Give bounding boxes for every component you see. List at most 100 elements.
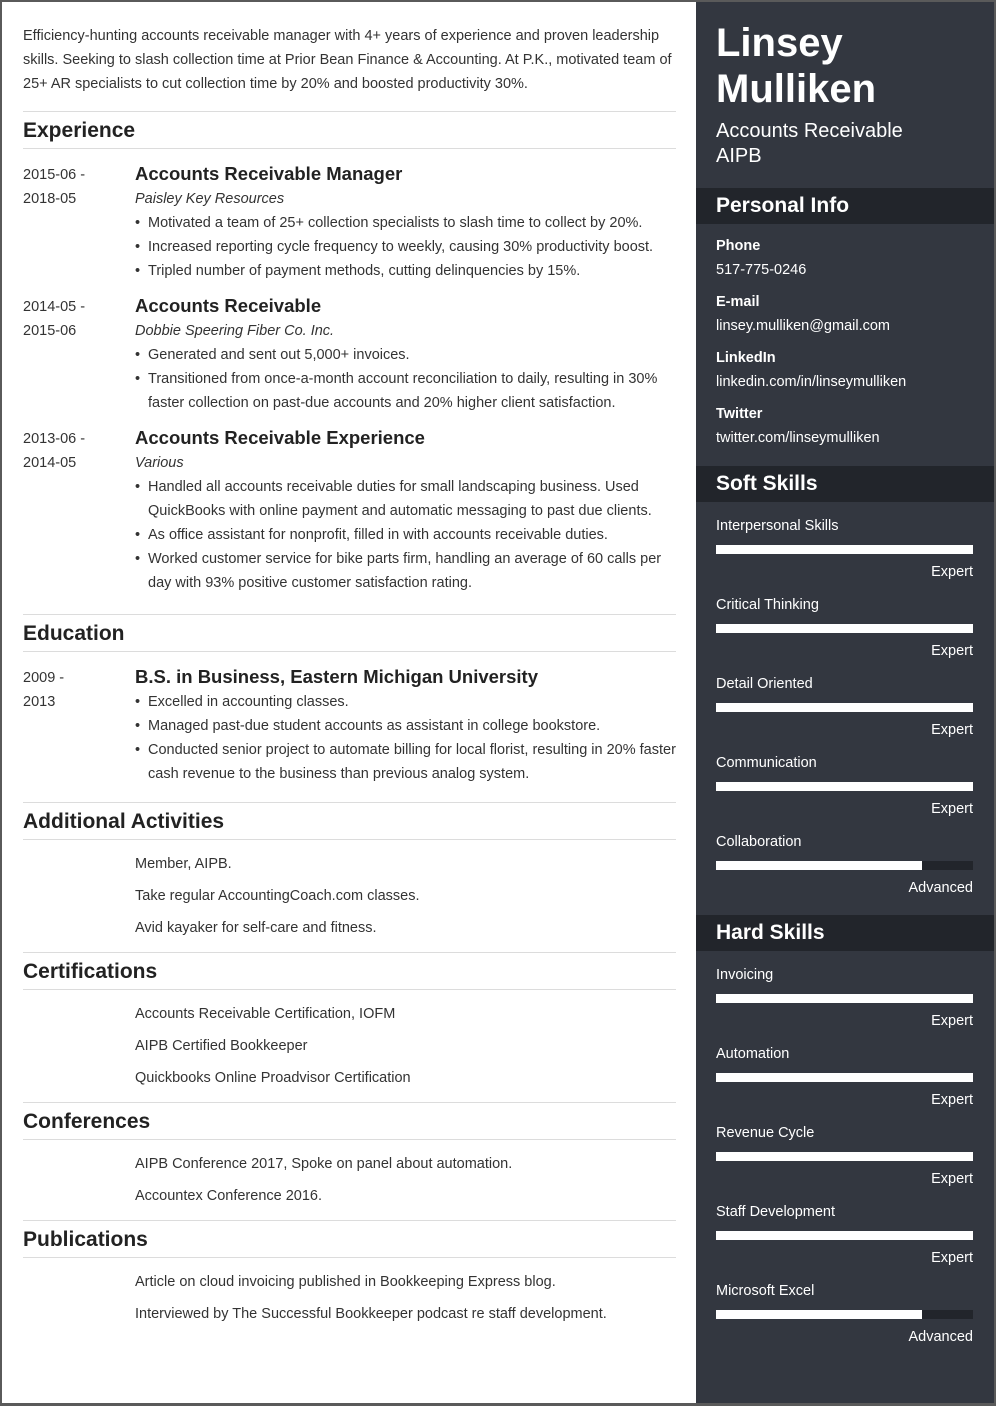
- skill-level-bar: [716, 703, 973, 712]
- skill-item: Detail Oriented Expert: [716, 675, 973, 745]
- list-item: Accountex Conference 2016.: [135, 1188, 323, 1204]
- bullet-item: Generated and sent out 5,000+ invoices.: [135, 343, 676, 367]
- skill-level-fill: [716, 1152, 973, 1161]
- skill-level-bar: [716, 994, 973, 1003]
- linkedin-value[interactable]: linkedin.com/in/linseymulliken: [716, 374, 906, 390]
- skill-level-fill: [716, 703, 973, 712]
- bullet-item: Increased reporting cycle frequency to w…: [135, 235, 676, 259]
- date-start: 2014-05 -: [23, 299, 86, 315]
- section-title: Publications: [23, 1220, 676, 1258]
- section-title: Additional Activities: [23, 802, 676, 840]
- skill-item: Microsoft Excel Advanced: [716, 1282, 973, 1352]
- list-item: Avid kayaker for self-care and fitness.: [135, 920, 377, 936]
- sidebar: Linsey Mulliken Accounts Receivable AIPB…: [696, 2, 994, 1403]
- experience-entry: 2013-06 - 2014-05 Accounts Receivable Ex…: [23, 425, 676, 595]
- skill-level-bar: [716, 861, 973, 870]
- bullet-item: Motivated a team of 25+ collection speci…: [135, 211, 676, 235]
- summary-text: Efficiency-hunting accounts receivable m…: [23, 28, 672, 92]
- bullet-item: Managed past-due student accounts as ass…: [135, 714, 676, 738]
- section-title: Education: [23, 614, 676, 652]
- degree-title: B.S. in Business, Eastern Michigan Unive…: [135, 666, 539, 687]
- skill-item: Automation Expert: [716, 1045, 973, 1115]
- section-title: Experience: [23, 111, 676, 149]
- skill-item: Invoicing Expert: [716, 966, 973, 1036]
- skill-name: Automation: [716, 1046, 790, 1062]
- list-item: Article on cloud invoicing published in …: [135, 1274, 556, 1290]
- list-item: Member, AIPB.: [135, 856, 232, 872]
- bullet-item: Handled all accounts receivable duties f…: [135, 475, 676, 523]
- skill-item: Revenue Cycle Expert: [716, 1124, 973, 1194]
- title-line: AIPB: [716, 145, 762, 167]
- activities-list: Member, AIPB. Take regular AccountingCoa…: [135, 848, 676, 944]
- twitter-label: Twitter: [716, 406, 763, 422]
- title-line: Accounts Receivable: [716, 120, 903, 142]
- candidate-name: Linsey Mulliken: [716, 20, 876, 112]
- skill-name: Interpersonal Skills: [716, 518, 839, 534]
- main-column: Efficiency-hunting accounts receivable m…: [2, 2, 698, 1403]
- skill-level-fill: [716, 1231, 973, 1240]
- list-item: Accounts Receivable Certification, IOFM: [135, 1006, 396, 1022]
- job-title: Accounts Receivable Experience: [135, 427, 425, 448]
- candidate-title: Accounts Receivable AIPB: [716, 119, 903, 169]
- skill-level-label: Expert: [931, 643, 973, 659]
- skill-name: Communication: [716, 755, 817, 771]
- skill-level-label: Advanced: [908, 880, 974, 896]
- last-name: Mulliken: [716, 67, 877, 111]
- skill-name: Revenue Cycle: [716, 1125, 815, 1141]
- publications-list: Article on cloud invoicing published in …: [135, 1266, 676, 1330]
- skill-name: Detail Oriented: [716, 676, 813, 692]
- skill-level-bar: [716, 1073, 973, 1082]
- skill-level-label: Advanced: [908, 1329, 974, 1345]
- date-end: 2013: [23, 694, 56, 710]
- date-end: 2014-05: [23, 455, 77, 471]
- skill-level-label: Expert: [931, 1013, 973, 1029]
- bullet-item: Transitioned from once-a-month account r…: [135, 367, 676, 415]
- skill-level-label: Expert: [931, 1092, 973, 1108]
- skill-level-bar: [716, 1231, 973, 1240]
- skill-level-label: Expert: [931, 1250, 973, 1266]
- skill-level-bar: [716, 782, 973, 791]
- date-end: 2018-05: [23, 191, 77, 207]
- twitter-value[interactable]: twitter.com/linseymulliken: [716, 430, 880, 446]
- section-title: Conferences: [23, 1102, 676, 1140]
- bullet-item: As office assistant for nonprofit, fille…: [135, 523, 676, 547]
- bullet-item: Conducted senior project to automate bil…: [135, 738, 676, 786]
- publications-section: Publications Article on cloud invoicing …: [23, 1220, 676, 1330]
- first-name: Linsey: [716, 21, 843, 65]
- email-value[interactable]: linsey.mulliken@gmail.com: [716, 318, 890, 334]
- skill-name: Invoicing: [716, 967, 774, 983]
- certifications-list: Accounts Receivable Certification, IOFM …: [135, 998, 676, 1094]
- skill-level-label: Expert: [931, 722, 973, 738]
- experience-section: Experience 2015-06 - 2018-05 Accounts Re…: [23, 111, 676, 595]
- skill-level-fill: [716, 861, 922, 870]
- skill-name: Microsoft Excel: [716, 1283, 815, 1299]
- personal-info-heading: Personal Info: [696, 188, 994, 224]
- skill-name: Collaboration: [716, 834, 802, 850]
- job-title: Accounts Receivable Manager: [135, 163, 403, 184]
- date-end: 2015-06: [23, 323, 77, 339]
- entry-date: 2009 - 2013: [23, 666, 123, 714]
- hard-skills-heading: Hard Skills: [696, 915, 994, 951]
- skill-level-bar: [716, 545, 973, 554]
- skill-level-label: Expert: [931, 801, 973, 817]
- skill-item: Interpersonal Skills Expert: [716, 517, 973, 587]
- date-start: 2009 -: [23, 670, 65, 686]
- skill-level-label: Expert: [931, 564, 973, 580]
- company-name: Various: [135, 455, 184, 471]
- bullet-item: Excelled in accounting classes.: [135, 690, 676, 714]
- skill-item: Communication Expert: [716, 754, 973, 824]
- date-start: 2013-06 -: [23, 431, 86, 447]
- linkedin-label: LinkedIn: [716, 350, 776, 366]
- email-label: E-mail: [716, 294, 760, 310]
- company-name: Dobbie Speering Fiber Co. Inc.: [135, 323, 335, 339]
- education-section: Education 2009 - 2013 B.S. in Business, …: [23, 614, 676, 786]
- list-item: AIPB Certified Bookkeeper: [135, 1038, 308, 1054]
- skill-name: Staff Development: [716, 1204, 836, 1220]
- skill-level-fill: [716, 1073, 973, 1082]
- bullet-item: Tripled number of payment methods, cutti…: [135, 259, 676, 283]
- experience-entry: 2014-05 - 2015-06 Accounts Receivable Do…: [23, 293, 676, 415]
- phone-value[interactable]: 517-775-0246: [716, 262, 806, 278]
- skill-item: Collaboration Advanced: [716, 833, 973, 903]
- skill-level-fill: [716, 624, 973, 633]
- entry-date: 2013-06 - 2014-05: [23, 427, 123, 475]
